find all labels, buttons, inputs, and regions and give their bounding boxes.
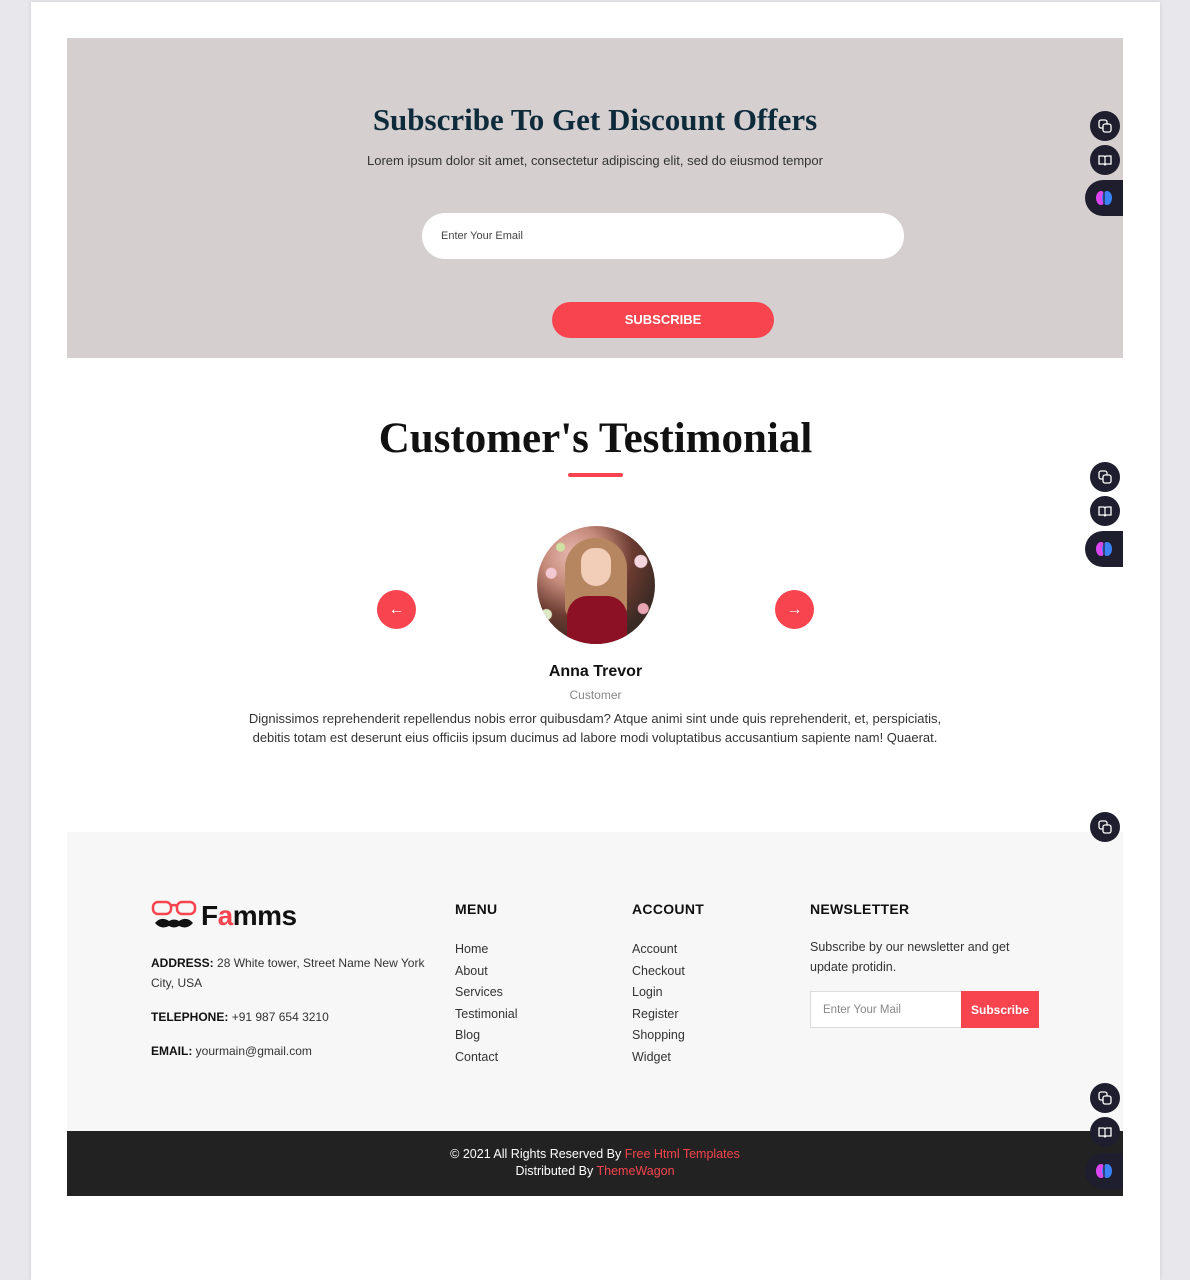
newsletter-subscribe-button[interactable]: Subscribe (961, 991, 1039, 1028)
prev-testimonial-button[interactable]: ← (377, 590, 416, 629)
brand-logo[interactable]: Famms (151, 899, 297, 933)
translate-icon (1098, 119, 1112, 133)
testimonial-name: Anna Trevor (548, 663, 643, 680)
account-list: Account Checkout Login Register Shopping… (632, 939, 685, 1069)
account-title: ACCOUNT (632, 901, 705, 917)
brain-icon (1096, 1164, 1112, 1178)
brain-icon (1096, 191, 1112, 205)
menu-title: MENU (455, 901, 498, 917)
brain-widget-button[interactable] (1085, 1153, 1123, 1189)
translate-widget-button[interactable] (1090, 812, 1120, 842)
reader-widget-button[interactable] (1090, 1117, 1120, 1147)
reader-widget-button[interactable] (1090, 145, 1120, 175)
menu-link-home[interactable]: Home (455, 939, 518, 961)
title-underline (568, 473, 623, 477)
testimonial-title: Customer's Testimonial (378, 415, 813, 462)
brain-icon (1096, 542, 1112, 556)
subscribe-description: Lorem ipsum dolor sit amet, consectetur … (367, 153, 823, 168)
brain-widget-button[interactable] (1085, 531, 1123, 567)
newsletter-text: Subscribe by our newsletter and get upda… (810, 940, 1010, 974)
glasses-mustache-icon (151, 900, 197, 928)
menu-link-about[interactable]: About (455, 961, 518, 983)
translate-icon (1098, 820, 1112, 834)
footer-address: ADDRESS: 28 White tower, Street Name New… (151, 956, 425, 990)
translate-widget-button[interactable] (1090, 1083, 1120, 1113)
translate-widget-button[interactable] (1090, 111, 1120, 141)
next-testimonial-button[interactable]: → (775, 590, 814, 629)
footer-email: EMAIL: yourmain@gmail.com (151, 1044, 312, 1058)
brain-widget-button[interactable] (1085, 180, 1123, 216)
reader-widget-button[interactable] (1090, 496, 1120, 526)
newsletter-title: NEWSLETTER (810, 901, 910, 917)
reader-icon (1098, 155, 1112, 166)
free-html-templates-link[interactable]: Free Html Templates (625, 1147, 740, 1161)
footer-telephone: TELEPHONE: +91 987 654 3210 (151, 1010, 329, 1024)
arrow-left-icon: ← (388, 601, 405, 618)
translate-icon (1098, 470, 1112, 484)
account-link-register[interactable]: Register (632, 1004, 685, 1026)
subscribe-section: Subscribe To Get Discount Offers Lorem i… (67, 38, 1123, 358)
account-link-account[interactable]: Account (632, 939, 685, 961)
menu-link-blog[interactable]: Blog (455, 1025, 518, 1047)
themewagon-link[interactable]: ThemeWagon (597, 1164, 675, 1178)
account-link-widget[interactable]: Widget (632, 1047, 685, 1069)
avatar (537, 526, 655, 644)
testimonial-text: Dignissimos reprehenderit repellendus no… (248, 711, 942, 745)
reader-icon (1098, 1127, 1112, 1138)
menu-link-testimonial[interactable]: Testimonial (455, 1004, 518, 1026)
subscribe-email-input[interactable] (422, 213, 904, 259)
logo-text: Famms (201, 900, 297, 931)
arrow-right-icon: → (786, 601, 803, 618)
menu-list: Home About Services Testimonial Blog Con… (455, 939, 518, 1069)
translate-icon (1098, 1091, 1112, 1105)
translate-widget-button[interactable] (1090, 462, 1120, 492)
reader-icon (1098, 506, 1112, 517)
subscribe-title: Subscribe To Get Discount Offers (372, 102, 818, 137)
copyright-line-2: Distributed By ThemeWagon (515, 1164, 675, 1178)
testimonial-role: Customer (569, 688, 622, 702)
account-link-checkout[interactable]: Checkout (632, 961, 685, 983)
menu-link-services[interactable]: Services (455, 982, 518, 1004)
subscribe-button[interactable]: SUBSCRIBE (552, 302, 774, 338)
account-link-shopping[interactable]: Shopping (632, 1025, 685, 1047)
newsletter-email-input[interactable] (810, 991, 962, 1028)
copyright-line-1: © 2021 All Rights Reserved By Free Html … (450, 1147, 740, 1161)
menu-link-contact[interactable]: Contact (455, 1047, 518, 1069)
account-link-login[interactable]: Login (632, 982, 685, 1004)
copyright-bar: © 2021 All Rights Reserved By Free Html … (67, 1131, 1123, 1196)
